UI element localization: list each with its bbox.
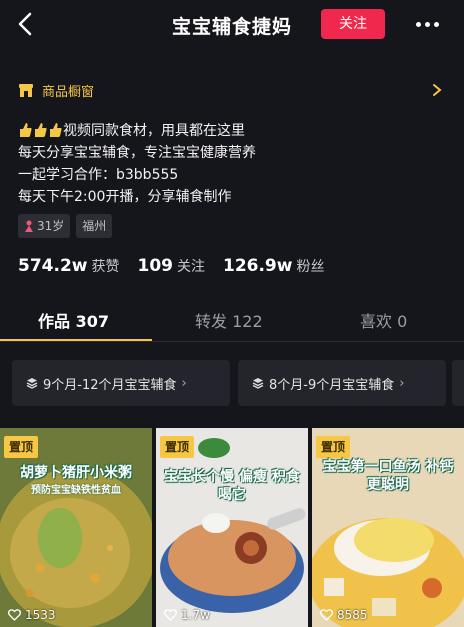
collection-chip-9-12[interactable]: 9个月-12个月宝宝辅食 › (12, 360, 230, 406)
heart-icon (320, 609, 333, 621)
collection-chips: 9个月-12个月宝宝辅食 › 8个月-9个月宝宝辅食 › (0, 360, 464, 408)
like-count-label: 1.7w (181, 608, 210, 622)
profile-tags: 31岁 福州 (18, 214, 113, 238)
tab-works[interactable]: 作品 307 (38, 308, 109, 332)
following-count: 109 (137, 256, 173, 276)
pinned-badge: 置顶 (316, 436, 351, 458)
shop-window-label: 商品橱窗 (42, 85, 95, 100)
bio-text: 视频同款食材，用具都在这里 (63, 123, 245, 139)
collection-label: 8个月-9个月宝宝辅食 (269, 377, 395, 393)
collection-label: 9个月-12个月宝宝辅食 (43, 377, 177, 393)
video-like-count: 1.7w (164, 608, 210, 622)
bio-line: 一起学习合作：b3bb555 (18, 167, 179, 183)
chevron-right-icon (433, 84, 442, 96)
heart-icon (164, 609, 177, 621)
profile-bio: 视频同款食材，用具都在这里 每天分享宝宝辅食，专注宝宝健康营养 一起学习合作：b… (18, 120, 448, 208)
heart-icon (8, 609, 21, 621)
content-tabs: 作品 307 转发 122 喜欢 0 (0, 300, 464, 342)
video-like-count: 1533 (8, 608, 56, 622)
tab-reposts[interactable]: 转发 122 (195, 308, 263, 332)
female-icon (25, 220, 33, 232)
video-grid: 置顶 胡萝卜猪肝小米粥 预防宝宝缺铁性贫血 1533 置顶 宝宝长个慢 偏瘦 积… (0, 428, 464, 627)
tab-likes[interactable]: 喜欢 0 (360, 308, 407, 332)
active-tab-indicator (0, 339, 152, 341)
chevron-right-icon: › (399, 375, 405, 391)
thumbs-up-icon (20, 123, 32, 137)
header-bar: 宝宝辅食捷妈 关注 (0, 0, 464, 48)
page-title: 宝宝辅食捷妈 (171, 16, 292, 38)
collection-chip-8-9[interactable]: 8个月-9个月宝宝辅食 › (238, 360, 446, 406)
bio-line: 每天分享宝宝辅食，专注宝宝健康营养 (18, 145, 256, 161)
location-tag: 福州 (76, 214, 113, 238)
more-options-button[interactable] (416, 16, 444, 32)
likes-label: 获赞 (91, 259, 120, 275)
more-dot-icon (416, 21, 421, 27)
layers-icon (26, 378, 38, 389)
shop-window-row[interactable]: 商品橱窗 (0, 76, 464, 106)
back-arrow-icon (18, 12, 32, 36)
collection-chip-partial[interactable] (452, 360, 464, 406)
follow-button[interactable]: 关注 (321, 9, 385, 39)
fans-count: 126.9w (222, 256, 293, 276)
likes-stat[interactable]: 574.2w 获赞 (18, 256, 119, 276)
more-dot-icon (425, 21, 430, 27)
video-caption: 宝宝长个慢 偏瘦 积食 喝它 (164, 469, 300, 503)
chevron-right-icon: › (181, 375, 187, 391)
likes-count: 574.2w (18, 256, 88, 276)
bio-line: 视频同款食材，用具都在这里 (18, 120, 448, 142)
video-card[interactable]: 置顶 宝宝第一口鱼汤 补钙更聪明 8585 (312, 428, 464, 627)
like-count-label: 1533 (25, 608, 56, 622)
following-label: 关注 (176, 259, 205, 275)
age-label: 31岁 (37, 219, 65, 233)
thumbs-up-icon (35, 123, 47, 137)
back-button[interactable] (14, 10, 38, 38)
age-tag: 31岁 (18, 214, 71, 238)
fans-stat[interactable]: 126.9w 粉丝 (223, 256, 324, 276)
fans-label: 粉丝 (296, 259, 325, 275)
video-like-count: 8585 (320, 608, 368, 622)
layers-icon (252, 378, 264, 389)
profile-stats: 574.2w 获赞 109 关注 126.9w 粉丝 (18, 256, 342, 276)
video-card[interactable]: 置顶 胡萝卜猪肝小米粥 预防宝宝缺铁性贫血 1533 (0, 428, 152, 627)
more-dot-icon (434, 21, 439, 27)
thumbs-up-icon (50, 123, 62, 137)
location-label: 福州 (82, 219, 107, 233)
pinned-badge: 置顶 (4, 436, 39, 458)
pinned-badge: 置顶 (160, 436, 195, 458)
bio-line: 每天下午2:00开播，分享辅食制作 (18, 189, 232, 205)
video-caption: 宝宝第一口鱼汤 补钙更聪明 (322, 459, 454, 493)
shop-icon (19, 84, 33, 97)
following-stat[interactable]: 109 关注 (137, 256, 205, 276)
video-caption: 胡萝卜猪肝小米粥 (20, 465, 132, 481)
video-subcaption: 预防宝宝缺铁性贫血 (31, 485, 121, 496)
video-card[interactable]: 置顶 宝宝长个慢 偏瘦 积食 喝它 1.7w (156, 428, 308, 627)
like-count-label: 8585 (337, 608, 368, 622)
